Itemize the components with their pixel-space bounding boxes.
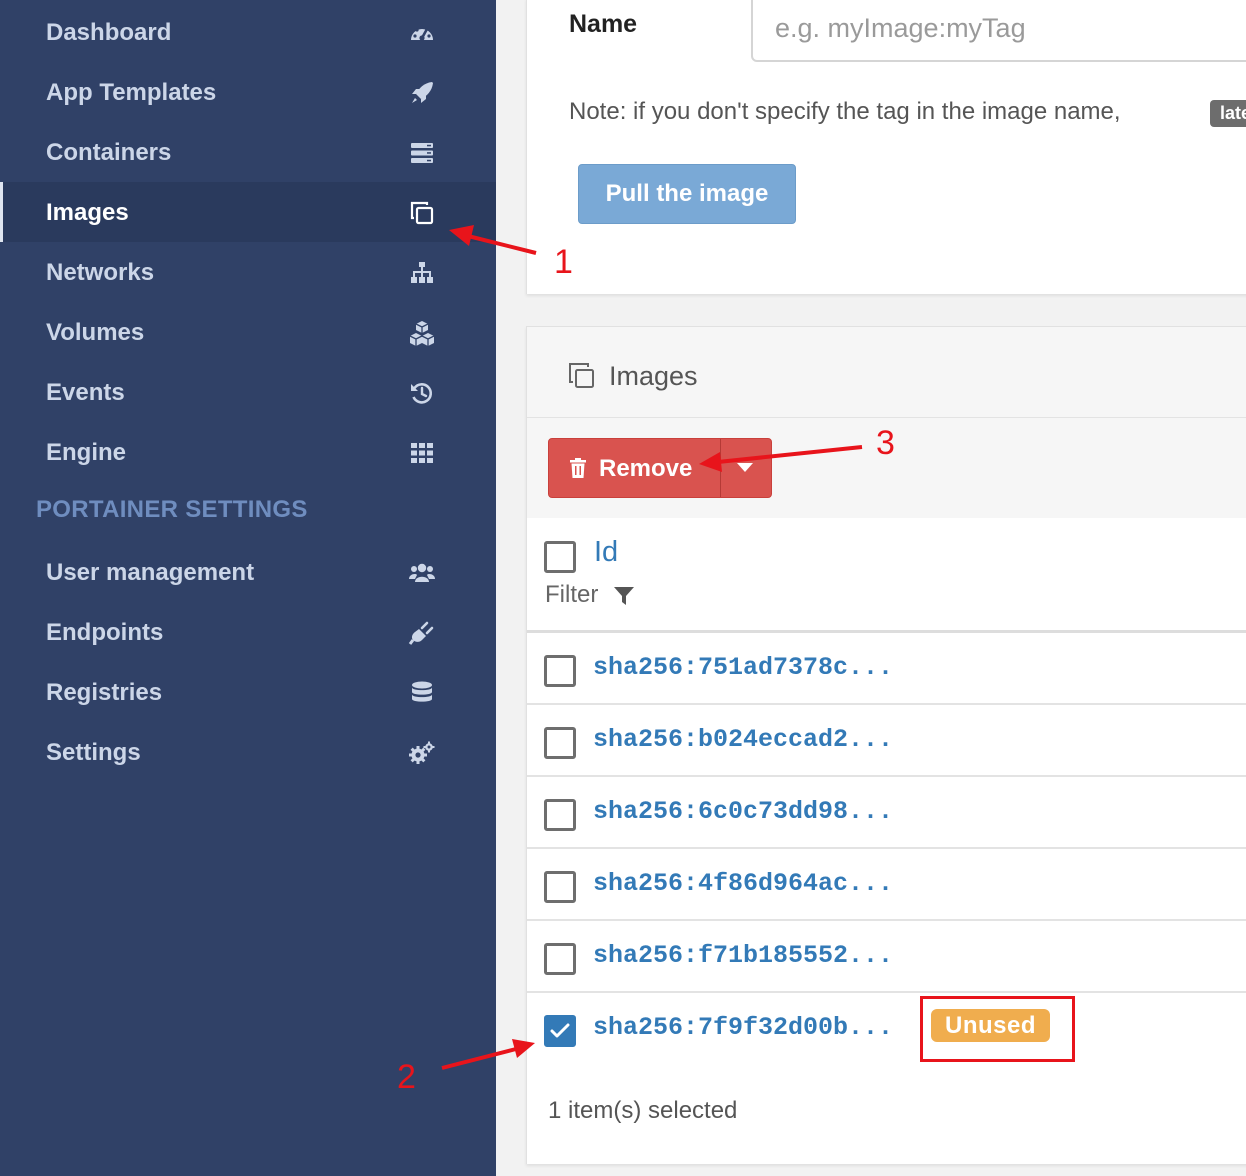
table-row: sha256:b024eccad2...: [527, 705, 1246, 777]
highlight-box: [920, 996, 1075, 1062]
sidebar: Dashboard App Templates Containers Image…: [0, 0, 496, 1176]
tachometer-icon: [408, 19, 436, 47]
sidebar-item-registries[interactable]: Registries: [0, 662, 496, 722]
selection-status: 1 item(s) selected: [548, 1097, 738, 1124]
sidebar-item-label: Volumes: [46, 319, 145, 346]
clone-icon: [408, 199, 436, 227]
row-checkbox[interactable]: [544, 871, 576, 903]
sidebar-item-label: Endpoints: [46, 619, 164, 646]
sidebar-item-label: Settings: [46, 739, 141, 766]
image-id-link[interactable]: sha256:4f86d964ac...: [593, 869, 893, 898]
sidebar-item-app-templates[interactable]: App Templates: [0, 62, 496, 122]
th-icon: [408, 439, 436, 467]
sidebar-item-events[interactable]: Events: [0, 362, 496, 422]
image-id-link[interactable]: sha256:751ad7378c...: [593, 653, 893, 682]
sidebar-item-volumes[interactable]: Volumes: [0, 302, 496, 362]
row-checkbox[interactable]: [544, 943, 576, 975]
annotation-number: 1: [554, 243, 573, 281]
sidebar-item-label: Registries: [46, 679, 163, 706]
sidebar-item-label: Containers: [46, 139, 172, 166]
filter-icon[interactable]: [613, 585, 635, 607]
sidebar-item-images[interactable]: Images: [0, 182, 496, 242]
caret-down-icon: [737, 463, 753, 472]
remove-button-group: Remove: [548, 438, 772, 498]
remove-options-dropdown[interactable]: [721, 439, 771, 497]
sitemap-icon: [408, 259, 436, 287]
latest-tag-badge: latest: [1210, 100, 1246, 127]
id-column-header[interactable]: Id: [594, 536, 618, 569]
pull-image-panel: Name Note: if you don't specify the tag …: [526, 0, 1246, 294]
table-header: Id Filter: [527, 518, 1246, 633]
image-id-link[interactable]: sha256:7f9f32d00b...: [593, 1013, 893, 1042]
select-all-checkbox[interactable]: [544, 541, 576, 573]
checkmark-icon: [550, 1023, 570, 1038]
sidebar-item-endpoints[interactable]: Endpoints: [0, 602, 496, 662]
annotation-number: 3: [876, 424, 895, 462]
table-row: sha256:6c0c73dd98...: [527, 777, 1246, 849]
sidebar-item-label: User management: [46, 559, 255, 586]
tag-note-text: Note: if you don't specify the tag in th…: [569, 98, 1121, 125]
remove-button-label: Remove: [599, 455, 693, 482]
server-icon: [408, 139, 436, 167]
database-icon: [408, 679, 436, 707]
sidebar-item-user-management[interactable]: User management: [0, 542, 496, 602]
name-label: Name: [569, 10, 638, 38]
cogs-icon: [408, 739, 436, 767]
table-row: sha256:4f86d964ac...: [527, 849, 1246, 921]
image-id-link[interactable]: sha256:b024eccad2...: [593, 725, 893, 754]
history-icon: [408, 379, 436, 407]
sidebar-item-engine[interactable]: Engine: [0, 422, 496, 482]
trash-icon: [569, 458, 587, 478]
sidebar-item-label: Engine: [46, 439, 127, 466]
image-name-input[interactable]: [751, 0, 1246, 62]
pull-image-button[interactable]: Pull the image: [578, 164, 796, 224]
settings-section-heading: PORTAINER SETTINGS: [36, 496, 308, 523]
row-checkbox[interactable]: [544, 799, 576, 831]
filter-label[interactable]: Filter: [545, 581, 598, 609]
sidebar-item-dashboard[interactable]: Dashboard: [0, 2, 496, 62]
image-id-link[interactable]: sha256:f71b185552...: [593, 941, 893, 970]
users-icon: [408, 559, 436, 587]
clone-icon: [567, 361, 597, 391]
table-row: sha256:7f9f32d00b... Unused: [527, 993, 1246, 1065]
sidebar-item-label: Events: [46, 379, 125, 406]
sidebar-item-label: App Templates: [46, 79, 217, 106]
sidebar-item-label: Networks: [46, 259, 155, 286]
image-id-link[interactable]: sha256:6c0c73dd98...: [593, 797, 893, 826]
rocket-icon: [408, 79, 436, 107]
images-panel-header: Images: [527, 327, 1246, 418]
row-checkbox-checked[interactable]: [544, 1015, 576, 1047]
panel-title: Images: [609, 361, 698, 391]
remove-button[interactable]: Remove: [549, 439, 721, 497]
row-checkbox[interactable]: [544, 655, 576, 687]
table-row: sha256:f71b185552...: [527, 921, 1246, 993]
sidebar-item-networks[interactable]: Networks: [0, 242, 496, 302]
sidebar-item-settings[interactable]: Settings: [0, 722, 496, 782]
sidebar-item-label: Images: [46, 199, 129, 226]
sidebar-item-label: Dashboard: [46, 19, 172, 46]
row-checkbox[interactable]: [544, 727, 576, 759]
plug-icon: [408, 619, 436, 647]
table-row: sha256:751ad7378c...: [527, 633, 1246, 705]
annotation-number: 2: [397, 1058, 416, 1096]
cubes-icon: [408, 319, 436, 347]
sidebar-item-containers[interactable]: Containers: [0, 122, 496, 182]
